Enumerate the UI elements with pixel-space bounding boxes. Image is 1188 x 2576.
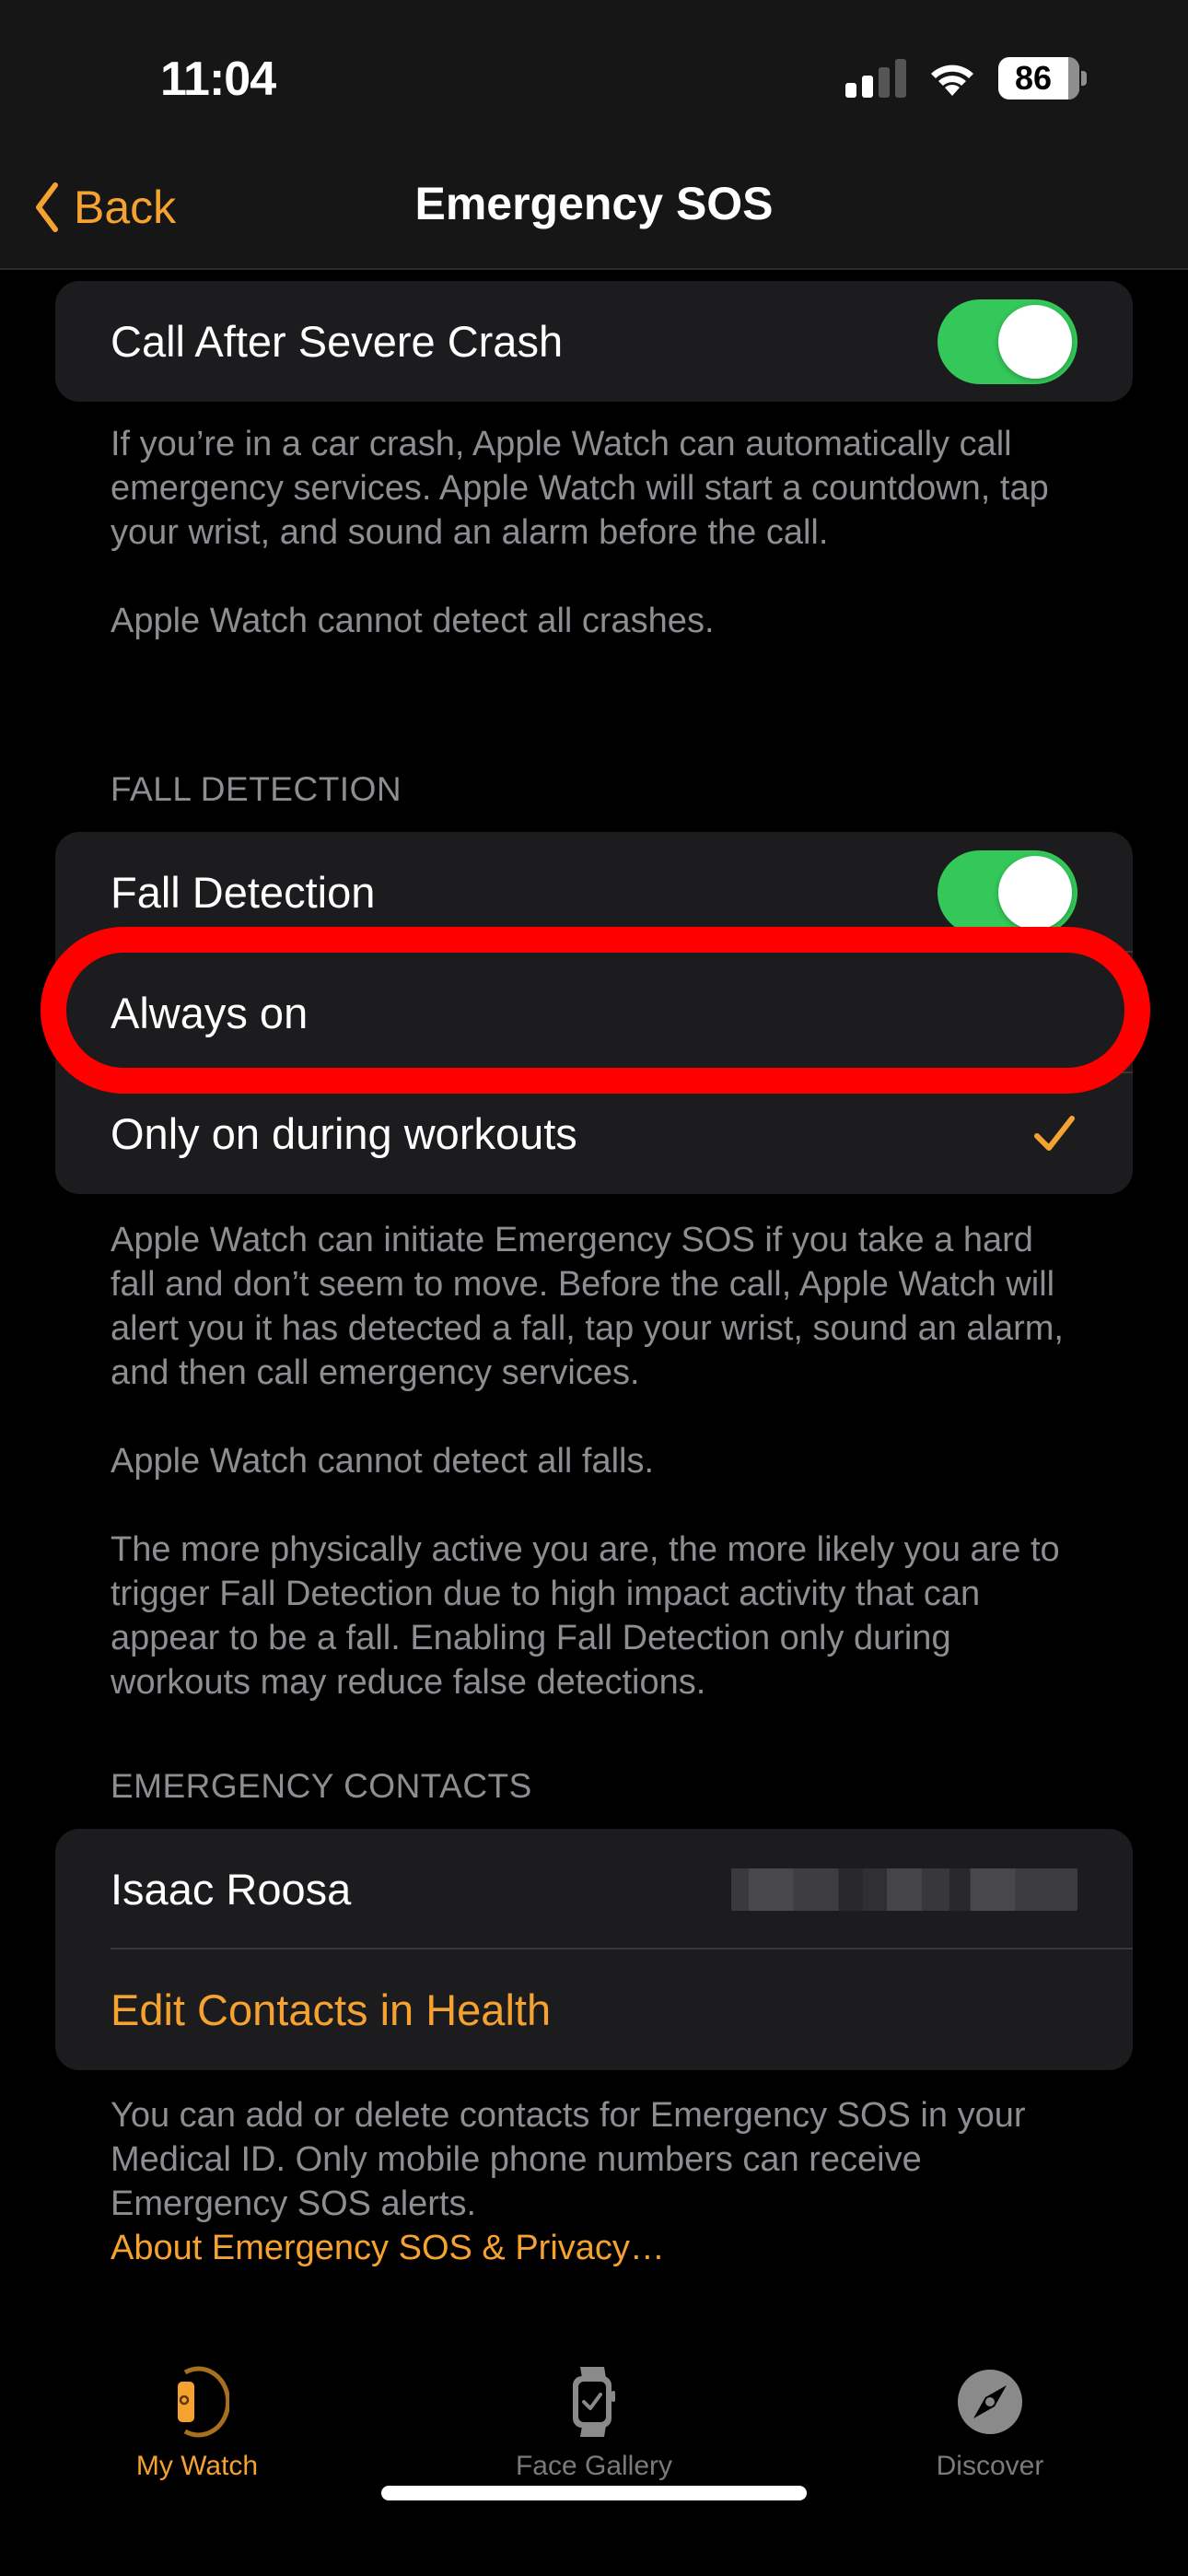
cellular-signal-icon [845,59,906,98]
battery-percentage: 86 [1014,59,1053,97]
fall-footer-paragraph: Apple Watch cannot detect all falls. [111,1442,655,1481]
contacts-footer: You can add or delete contacts for Emerg… [111,2093,1087,2270]
option-label: Always on [111,989,309,1037]
contacts-footer-text: You can add or delete contacts for Emerg… [111,2096,1026,2223]
call-after-severe-crash-label: Call After Severe Crash [111,317,564,366]
crash-footer-paragraph: Apple Watch cannot detect all crashes. [111,602,715,640]
fall-detection-header: FALL DETECTION [111,770,402,808]
tab-label: Face Gallery [515,2451,673,2481]
status-indicators: 86 [845,55,1087,101]
status-time: 11:04 [160,53,276,106]
tab-label: Discover [936,2451,1044,2481]
contact-name: Isaac Roosa [111,1865,352,1914]
top-bar: 11:04 86 Back Emergency SOS [0,0,1188,270]
redacted-phone-number [731,1868,1077,1911]
face-gallery-icon [573,2367,615,2437]
tab-discover[interactable]: Discover [852,2360,1128,2482]
option-only-during-workouts[interactable]: Only on during workouts [55,1073,1133,1194]
my-watch-icon [178,2366,229,2438]
tab-face-gallery[interactable]: Face Gallery [456,2360,732,2482]
tab-label: My Watch [135,2451,259,2481]
call-after-severe-crash-row: Call After Severe Crash [55,281,1133,402]
emergency-contacts-card: Isaac Roosa Edit Contacts in Health [55,1829,1133,2070]
fall-footer-paragraph: The more physically active you are, the … [111,1530,1060,1702]
fall-detection-footer: Apple Watch can initiate Emergency SOS i… [111,1218,1087,1704]
call-after-severe-crash-toggle[interactable] [938,299,1077,384]
fall-detection-row: Fall Detection [55,832,1133,953]
crash-detection-card: Call After Severe Crash [55,281,1133,402]
edit-contacts-label: Edit Contacts in Health [111,1985,552,2034]
compass-icon [958,2370,1022,2434]
crash-footer-paragraph: If you’re in a car crash, Apple Watch ca… [111,425,1049,552]
fall-detection-label: Fall Detection [111,868,376,917]
contact-row[interactable]: Isaac Roosa [55,1829,1133,1950]
home-indicator[interactable] [381,2486,807,2500]
wifi-icon [931,64,973,96]
about-emergency-sos-privacy-link[interactable]: About Emergency SOS & Privacy… [111,2229,665,2267]
crash-footer: If you’re in a car crash, Apple Watch ca… [111,422,1087,643]
battery-icon: 86 [998,57,1087,100]
fall-detection-toggle[interactable] [938,849,1077,935]
option-always-on[interactable]: Always on [55,953,1133,1073]
emergency-contacts-header: EMERGENCY CONTACTS [111,1767,532,1805]
fall-detection-card: Fall Detection Always on Only on during … [55,832,1133,1194]
page-title: Emergency SOS [414,178,774,229]
option-label: Only on during workouts [111,1109,577,1158]
fall-footer-paragraph: Apple Watch can initiate Emergency SOS i… [111,1221,1064,1392]
edit-contacts-in-health-button[interactable]: Edit Contacts in Health [55,1950,1133,2070]
tab-my-watch[interactable]: My Watch [59,2360,335,2482]
checkmark-icon [1034,1115,1075,1151]
tab-bar: My Watch Face Gallery Discover [0,2340,1188,2576]
